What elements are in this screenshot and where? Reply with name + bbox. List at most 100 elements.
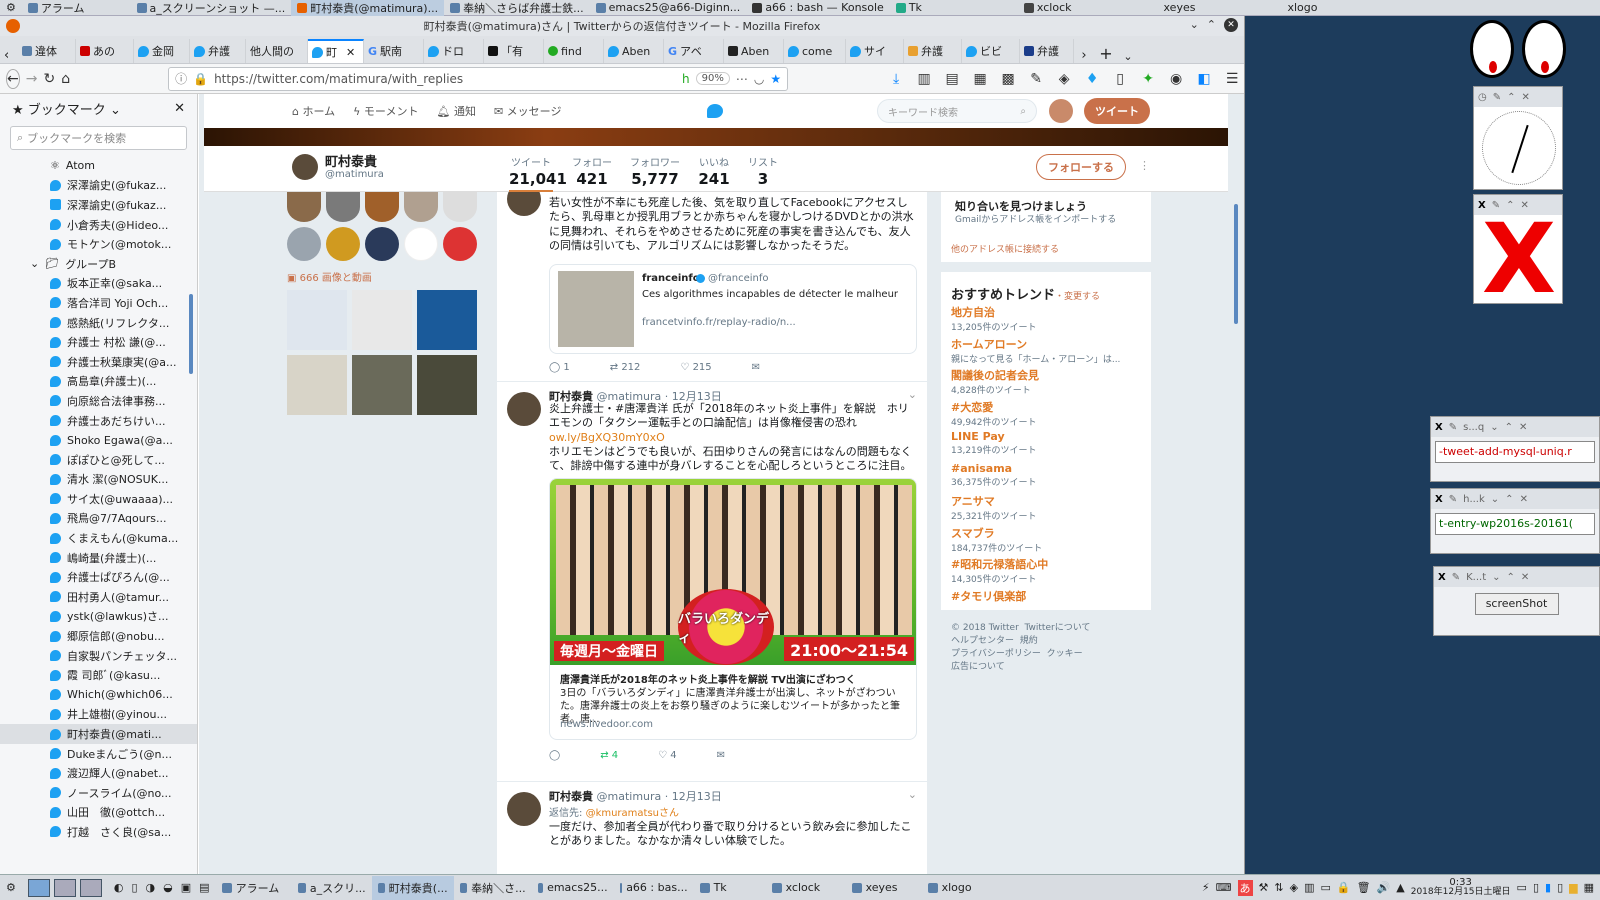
tray-icon[interactable]: ◈ — [1290, 881, 1298, 894]
footer-link[interactable]: クッキー — [1047, 649, 1083, 659]
tweet-avatar[interactable] — [507, 192, 541, 216]
tweet-button[interactable]: ツイート — [1084, 98, 1150, 124]
task-item[interactable]: xlogo — [922, 876, 992, 900]
bookmark-item[interactable]: 打越 さく良(@sa... — [50, 822, 197, 842]
maximize-icon[interactable]: ⌃ — [1207, 18, 1216, 32]
pin-icon[interactable]: ✎ — [1449, 494, 1457, 505]
tab-13[interactable]: come — [784, 39, 846, 63]
stat-following[interactable]: フォロー 421 — [572, 154, 612, 188]
stat-lists[interactable]: リスト 3 — [748, 154, 778, 188]
follower-avatar[interactable] — [326, 227, 360, 261]
close-icon[interactable]: ✕ — [1520, 494, 1528, 505]
media-thumb[interactable] — [417, 290, 477, 350]
bookmark-item[interactable]: 町村泰貴(@mati... — [0, 724, 197, 744]
close-icon[interactable]: ✕ — [1522, 92, 1530, 103]
trends-change-link[interactable]: ・変更する — [1055, 292, 1100, 302]
folder-icon[interactable]: ▆ — [1569, 881, 1577, 894]
tab-11[interactable]: G アベ — [664, 39, 724, 63]
follower-avatar[interactable] — [443, 227, 477, 261]
trend-item[interactable]: 地方自治 13,205件のツイート — [951, 304, 1141, 336]
top-item-1[interactable]: a_スクリーンショット —... — [131, 0, 292, 16]
bookmark-item[interactable]: 感熱紙(リフレクタ... — [50, 313, 197, 333]
bookmark-item[interactable]: Dukeまんごう(@n... — [50, 744, 197, 764]
bookmark-item[interactable]: 弁護士あだちけい... — [50, 411, 197, 431]
bookmark-item[interactable]: 井上雄樹(@yinou... — [50, 705, 197, 725]
pager-desktop-3[interactable] — [79, 878, 102, 897]
bookmark-item[interactable]: 深澤諭史(@fukaz... — [50, 176, 197, 196]
trend-item[interactable]: LINE Pay 13,219件のツイート — [951, 430, 1141, 462]
stat-followers[interactable]: フォロワー 5,777 — [629, 154, 681, 188]
task-item[interactable]: xclock — [766, 876, 846, 900]
bookmark-item[interactable]: 山田 徹(@ottch... — [50, 803, 197, 823]
stat-likes[interactable]: いいね 241 — [697, 154, 731, 188]
keyboard-icon[interactable]: ⌨ — [1216, 881, 1232, 894]
tab-2[interactable]: 金岡 — [134, 39, 190, 63]
tab-7[interactable]: ドロ — [424, 39, 484, 63]
top-item-0[interactable]: アラーム — [22, 0, 91, 16]
tab-scroll-right-icon[interactable]: › — [1074, 48, 1094, 63]
trash-icon[interactable]: 🗑 — [1357, 881, 1371, 894]
extension4-icon[interactable]: ◉ — [1166, 69, 1186, 89]
maximize-icon[interactable]: ⌃ — [1505, 494, 1513, 505]
screenshot-button[interactable]: screenShot — [1474, 593, 1559, 615]
window-list-icon[interactable]: ▭ — [1517, 881, 1527, 894]
reload-icon[interactable]: ↻ — [43, 69, 55, 89]
tweet-menu-icon[interactable]: ⌄ — [908, 788, 917, 801]
follower-avatar[interactable] — [287, 192, 321, 222]
maximize-icon[interactable]: ⌃ — [1507, 572, 1515, 583]
tab-6[interactable]: G 駅南 — [364, 39, 424, 63]
tab-scroll-left-icon[interactable]: ‹ — [4, 48, 18, 63]
extension5-icon[interactable]: ◧ — [1194, 69, 1214, 89]
media-thumb[interactable] — [417, 355, 477, 415]
page-actions-icon[interactable]: ⋯ — [736, 72, 748, 86]
bookmark-item[interactable]: 霞 司郎ﾞ(@kasu... — [50, 665, 197, 685]
tab-14[interactable]: サイ — [846, 39, 904, 63]
zoom-level[interactable]: 90% — [695, 72, 730, 85]
tab-15[interactable]: 弁護 — [904, 39, 962, 63]
follower-avatar[interactable] — [443, 192, 477, 222]
task-item[interactable]: 町村泰貴(... — [371, 875, 454, 900]
follower-avatar[interactable] — [404, 227, 438, 261]
sidebar-close-icon[interactable]: ✕ — [174, 101, 185, 116]
bookmark-item[interactable]: 弁護士ぱぴろん(@... — [50, 567, 197, 587]
tray-expand-icon[interactable]: ▲ — [1396, 881, 1404, 894]
trend-item[interactable]: 閣議後の記者会見 4,828件のツイート — [951, 367, 1141, 399]
task-item[interactable]: 奉納＼さ... — [454, 876, 532, 900]
close-icon[interactable]: ✕ — [1224, 18, 1238, 32]
tweet-avatar[interactable] — [507, 392, 541, 426]
bookmark-item[interactable]: 小倉秀夫(@Hideo... — [50, 215, 197, 235]
tab-5[interactable]: 町 ✕ — [308, 39, 364, 63]
chevron-down-icon[interactable]: ⌄ — [30, 257, 39, 270]
bookmark-item[interactable]: 渡辺輝人(@nabet... — [50, 763, 197, 783]
media-thumb[interactable] — [287, 290, 347, 350]
bookmark-item[interactable]: 田村勇人(@tamur... — [50, 587, 197, 607]
tweet[interactable]: 町村泰貴 @matimura · 12月13日 ⌄ 返信先: @kmuramat… — [497, 782, 927, 874]
desktop-pager[interactable] — [22, 876, 108, 900]
task-item[interactable]: a66 : bas... — [614, 876, 694, 900]
avatar[interactable] — [1049, 99, 1073, 123]
task-item[interactable]: emacs25... — [532, 876, 614, 900]
tray-icon[interactable]: ▮ — [1545, 881, 1551, 894]
maximize-icon[interactable]: ⌃ — [1505, 422, 1513, 433]
launcher-icon[interactable]: ▣ — [181, 881, 191, 894]
pin-icon[interactable]: ✎ — [1493, 92, 1501, 103]
maximize-icon[interactable]: ⌃ — [1507, 92, 1515, 103]
page-scrollbar[interactable] — [1234, 204, 1238, 324]
follower-avatar[interactable] — [287, 227, 321, 261]
kde-menu-button[interactable]: ⚙ — [0, 0, 22, 16]
top-item-2[interactable]: 町村泰貴(@matimura)... — [291, 0, 445, 16]
forward-icon[interactable]: → — [26, 69, 38, 89]
bookmark-item[interactable]: サイ太(@uwaaaa)... — [50, 489, 197, 509]
nav-moments[interactable]: ϟ モーメント — [353, 103, 418, 119]
launcher-icon[interactable]: ◐ — [114, 881, 124, 894]
nav-messages[interactable]: ✉ メッセージ — [494, 103, 562, 119]
tweet[interactable]: 若い女性が不幸にも死産した後、気を取り直してFacebookにアクセスしたら、乳… — [497, 192, 927, 382]
tweet-date[interactable]: 12月13日 — [672, 790, 722, 803]
tab-list-icon[interactable]: ⌄ — [1118, 50, 1138, 63]
tk-entry[interactable]: -tweet-add-mysql-uniq.r — [1435, 441, 1595, 463]
trend-item[interactable]: #昭和元禄落語心中 14,305件のツイート — [951, 556, 1141, 588]
media-thumb[interactable] — [352, 355, 412, 415]
grid-icon[interactable]: ▦ — [1584, 881, 1594, 894]
reply-to-user[interactable]: @kmuramatsuさん — [586, 808, 679, 819]
find-friends-sub[interactable]: Gmailからアドレス帳をインポートする — [955, 212, 1116, 225]
